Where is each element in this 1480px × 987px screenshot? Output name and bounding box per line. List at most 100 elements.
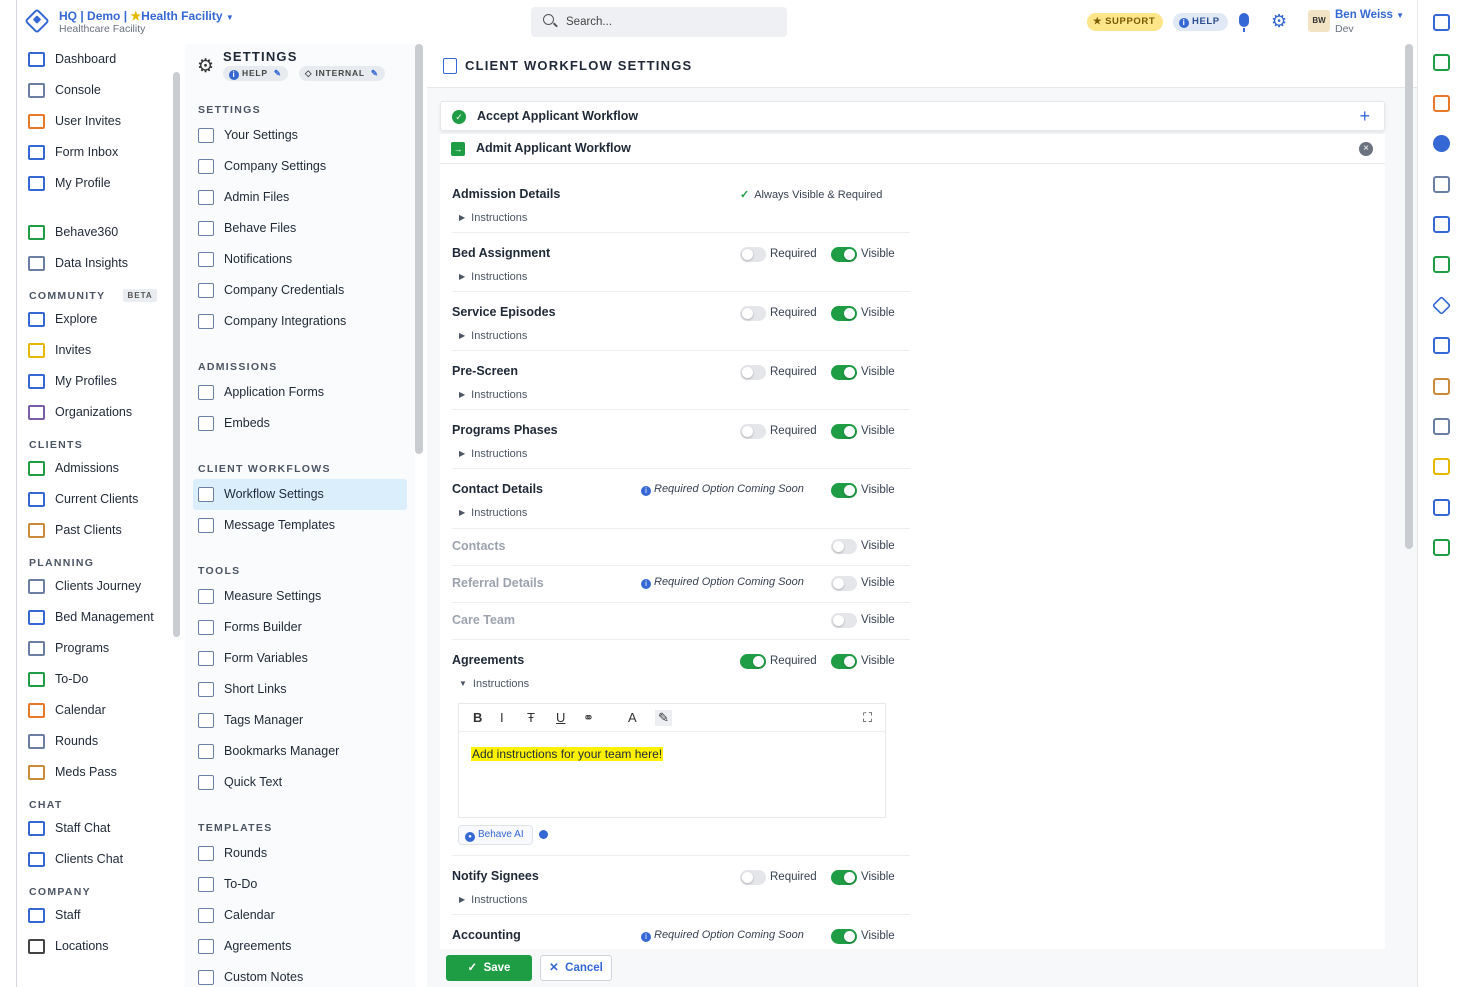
- sidebar-item-locations[interactable]: Locations: [17, 931, 169, 962]
- sidebar-item-current-clients[interactable]: Current Clients: [17, 484, 169, 515]
- settings-item-application-forms[interactable]: Application Forms: [185, 377, 407, 408]
- checklist-icon[interactable]: [1433, 54, 1450, 72]
- pin-icon[interactable]: [1433, 418, 1450, 435]
- instructions-toggle[interactable]: ▼ Instructions: [459, 678, 529, 690]
- sidebar-item-invites[interactable]: Invites: [17, 335, 169, 366]
- internal-tag[interactable]: ◇ INTERNAL ✎: [299, 66, 385, 81]
- instructions-toggle[interactable]: ▶ Instructions: [459, 389, 527, 401]
- settings-item-message-templates[interactable]: Message Templates: [185, 510, 407, 541]
- settings-item-rounds[interactable]: Rounds: [185, 838, 407, 869]
- settings-item-your-settings[interactable]: Your Settings: [185, 120, 407, 151]
- sidebar-item-form-inbox[interactable]: Form Inbox: [17, 137, 169, 168]
- highlight-button[interactable]: ✎: [655, 710, 672, 726]
- behave-logo-icon[interactable]: [24, 8, 50, 34]
- settings-item-to-do[interactable]: To-Do: [185, 869, 407, 900]
- info-icon[interactable]: [539, 830, 548, 839]
- sidebar-item-rounds[interactable]: Rounds: [17, 726, 169, 757]
- microphone-icon[interactable]: [1239, 13, 1249, 32]
- required-toggle[interactable]: [740, 424, 766, 439]
- microphone-icon[interactable]: [1433, 539, 1450, 557]
- diamond-icon[interactable]: [1431, 295, 1452, 315]
- settings-panel-scrollbar[interactable]: [415, 44, 423, 454]
- admit-applicant-workflow[interactable]: → Admit Applicant Workflow ×: [440, 134, 1385, 164]
- sidebar-item-dashboard[interactable]: Dashboard: [17, 44, 169, 75]
- visible-toggle[interactable]: [831, 483, 857, 498]
- required-toggle[interactable]: [740, 870, 766, 885]
- panel-toggle-icon[interactable]: [1433, 14, 1450, 31]
- instructions-toggle[interactable]: ▶ Instructions: [459, 212, 527, 224]
- sidebar-item-past-clients[interactable]: Past Clients: [17, 515, 169, 546]
- accept-applicant-workflow[interactable]: ✓ Accept Applicant Workflow +: [440, 101, 1385, 131]
- sidebar-item-staff-chat[interactable]: Staff Chat: [17, 813, 169, 844]
- behave-ai-button[interactable]: ● Behave AI: [458, 825, 533, 845]
- sidebar-item-my-profile[interactable]: My Profile: [17, 168, 169, 199]
- user-search-icon[interactable]: [1433, 498, 1450, 516]
- visible-toggle[interactable]: [831, 654, 857, 669]
- sidebar-item-staff[interactable]: Staff: [17, 900, 169, 931]
- settings-item-short-links[interactable]: Short Links: [185, 674, 407, 705]
- help-tag[interactable]: i HELP ✎: [223, 66, 288, 81]
- gear-icon[interactable]: ⚙: [1271, 12, 1287, 30]
- instructions-toggle[interactable]: ▶ Instructions: [459, 271, 527, 283]
- sidebar-item-explore[interactable]: Explore: [17, 304, 169, 335]
- close-icon[interactable]: ×: [1359, 142, 1373, 156]
- settings-item-company-credentials[interactable]: Company Credentials: [185, 275, 407, 306]
- settings-item-custom-notes[interactable]: Custom Notes: [185, 962, 407, 987]
- settings-item-workflow-settings[interactable]: Workflow Settings: [193, 479, 407, 510]
- underline-button[interactable]: U: [556, 710, 565, 725]
- required-toggle[interactable]: [740, 306, 766, 321]
- strikethrough-button[interactable]: Ŧ: [527, 710, 535, 725]
- sidebar-item-bed-management[interactable]: Bed Management: [17, 602, 169, 633]
- settings-item-agreements[interactable]: Agreements: [185, 931, 407, 962]
- settings-item-behave-files[interactable]: Behave Files: [185, 213, 407, 244]
- sidebar-item-calendar[interactable]: Calendar: [17, 695, 169, 726]
- settings-item-admin-files[interactable]: Admin Files: [185, 182, 407, 213]
- italic-button[interactable]: I: [500, 710, 504, 725]
- settings-item-form-variables[interactable]: Form Variables: [185, 643, 407, 674]
- main-scrollbar[interactable]: [1405, 44, 1413, 549]
- avatar[interactable]: BW: [1308, 10, 1330, 32]
- support-button[interactable]: ★ SUPPORT: [1087, 13, 1164, 31]
- sidebar-item-clients-chat[interactable]: Clients Chat: [17, 844, 169, 875]
- calendar-icon[interactable]: [1433, 94, 1450, 112]
- notes-icon[interactable]: [1433, 377, 1450, 395]
- visible-toggle[interactable]: [831, 539, 857, 554]
- user-menu[interactable]: Ben Weiss ▼: [1335, 9, 1404, 21]
- help-button[interactable]: i HELP: [1173, 13, 1228, 31]
- required-toggle[interactable]: [740, 654, 766, 669]
- plus-icon[interactable]: +: [1359, 106, 1370, 127]
- edit-note-icon[interactable]: [1433, 458, 1450, 476]
- sidebar-item-to-do[interactable]: To-Do: [17, 664, 169, 695]
- settings-item-bookmarks-manager[interactable]: Bookmarks Manager: [185, 736, 407, 767]
- sidebar-item-data-insights[interactable]: Data Insights: [17, 248, 169, 279]
- text-color-button[interactable]: A: [628, 710, 637, 725]
- link-button[interactable]: ⚭: [583, 710, 594, 726]
- settings-item-company-integrations[interactable]: Company Integrations: [185, 306, 407, 337]
- sidebar-item-meds-pass[interactable]: Meds Pass: [17, 757, 169, 788]
- sidebar-item-user-invites[interactable]: User Invites: [17, 106, 169, 137]
- required-toggle[interactable]: [740, 247, 766, 262]
- sidebar-item-behave360[interactable]: Behave360: [17, 217, 169, 248]
- instructions-toggle[interactable]: ▶ Instructions: [459, 448, 527, 460]
- left-nav-scrollbar[interactable]: [173, 72, 180, 637]
- grid-icon[interactable]: [1433, 337, 1450, 355]
- visible-toggle[interactable]: [831, 306, 857, 321]
- org-switcher[interactable]: HQ | Demo | ★Health Facility ▼: [59, 9, 234, 23]
- rocket-icon[interactable]: [1433, 175, 1450, 193]
- settings-item-calendar[interactable]: Calendar: [185, 900, 407, 931]
- instructions-toggle[interactable]: ▶ Instructions: [459, 894, 527, 906]
- save-button[interactable]: ✓ Save: [446, 955, 532, 981]
- visible-toggle[interactable]: [831, 576, 857, 591]
- settings-item-quick-text[interactable]: Quick Text: [185, 767, 407, 798]
- sidebar-item-admissions[interactable]: Admissions: [17, 453, 169, 484]
- visible-toggle[interactable]: [831, 929, 857, 944]
- sidebar-item-clients-journey[interactable]: Clients Journey: [17, 571, 169, 602]
- sidebar-item-organizations[interactable]: Organizations: [17, 397, 169, 428]
- settings-item-embeds[interactable]: Embeds: [185, 408, 407, 439]
- help-book-icon[interactable]: [1433, 216, 1450, 233]
- visible-toggle[interactable]: [831, 365, 857, 380]
- visible-toggle[interactable]: [831, 870, 857, 885]
- settings-item-tags-manager[interactable]: Tags Manager: [185, 705, 407, 736]
- fullscreen-button[interactable]: ⛶: [863, 710, 872, 726]
- visible-toggle[interactable]: [831, 424, 857, 439]
